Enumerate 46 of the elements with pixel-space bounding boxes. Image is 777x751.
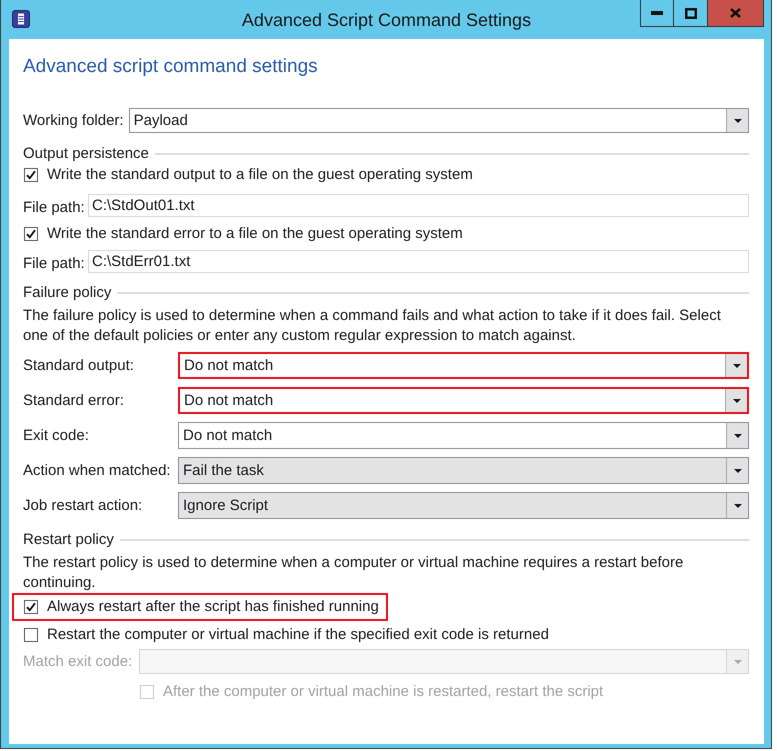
field-label: Action when matched: bbox=[23, 460, 172, 480]
checkbox[interactable] bbox=[24, 168, 38, 182]
minimize-button[interactable] bbox=[640, 0, 674, 27]
field-label: Exit code: bbox=[23, 426, 90, 446]
checkbox-label[interactable]: Restart the computer or virtual machine if the specified exit code is returned bbox=[47, 625, 549, 645]
checkbox[interactable] bbox=[24, 227, 38, 241]
field-label: Match exit code: bbox=[23, 652, 134, 672]
checkbox-label[interactable]: Write the standard error to a file on the guest operating system bbox=[47, 224, 463, 244]
caret-icon bbox=[734, 118, 742, 122]
window-icon bbox=[12, 10, 30, 28]
field-label: File path: bbox=[23, 198, 85, 218]
caret-icon bbox=[734, 434, 742, 438]
field-label: Working folder: bbox=[23, 110, 124, 130]
checkbox[interactable] bbox=[24, 600, 38, 614]
caret-icon bbox=[734, 660, 742, 664]
checkbox[interactable] bbox=[24, 628, 38, 642]
section-title: Output persistence bbox=[23, 144, 149, 164]
section-title: Failure policy bbox=[23, 283, 112, 303]
maximize-button[interactable] bbox=[674, 0, 708, 27]
text-field[interactable]: C:\StdErr01.txt bbox=[88, 250, 749, 273]
checkbox-label[interactable]: Always restart after the script has finished running bbox=[47, 597, 379, 617]
dropdown[interactable]: Payload bbox=[128, 108, 749, 133]
dropdown[interactable]: Do not match bbox=[178, 422, 749, 449]
caret-icon bbox=[732, 364, 740, 368]
field-label: Standard output: bbox=[23, 356, 135, 376]
dropdown[interactable]: Do not match bbox=[178, 387, 749, 414]
caret-icon bbox=[732, 398, 740, 402]
checkbox-label[interactable]: Write the standard output to a file on the guest operating system bbox=[47, 165, 473, 185]
dropdown[interactable]: Ignore Script bbox=[178, 492, 749, 519]
minimize-icon bbox=[651, 11, 663, 15]
section-description: The failure policy is used to determine when a command fails and what action to take if it does fail. Select one of the default policies or enter any custom regular expression to match against. bbox=[23, 306, 722, 346]
section-description: The restart policy is used to determine when a computer or virtual machine requires a restart before continuing. bbox=[23, 553, 684, 593]
close-button[interactable] bbox=[708, 0, 764, 27]
field-label: Standard error: bbox=[23, 390, 125, 410]
text-field[interactable]: C:\StdOut01.txt bbox=[88, 194, 749, 217]
caret-icon bbox=[734, 504, 742, 508]
window-title: Advanced Script Command Settings bbox=[242, 9, 532, 32]
caret-icon bbox=[734, 468, 742, 472]
field-label: File path: bbox=[23, 254, 85, 274]
dropdown[interactable]: Fail the task bbox=[178, 457, 749, 484]
section-title: Restart policy bbox=[23, 530, 114, 550]
field-label: Job restart action: bbox=[23, 496, 144, 516]
maximize-icon bbox=[684, 8, 696, 18]
dialog-heading: Advanced script command settings bbox=[23, 55, 318, 79]
dropdown[interactable]: Do not match bbox=[178, 352, 749, 379]
close-icon bbox=[730, 8, 741, 18]
